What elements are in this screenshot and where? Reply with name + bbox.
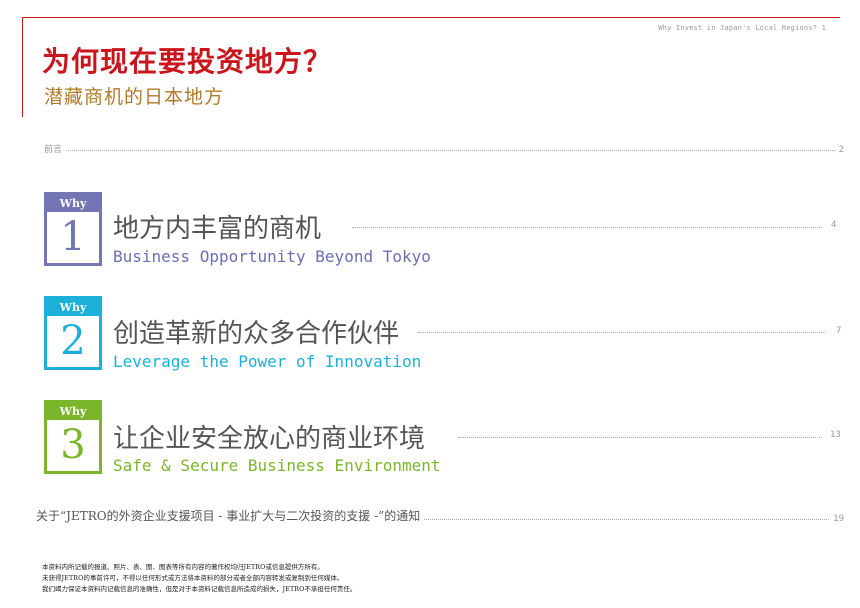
section-3-title-en[interactable]: Safe & Secure Business Environment <box>113 456 441 475</box>
section-1-title-en[interactable]: Business Opportunity Beyond Tokyo <box>113 247 431 266</box>
section-2-title-cn[interactable]: 创造革新的众多合作伙伴 <box>113 313 399 350</box>
section-3-title-cn[interactable]: 让企业安全放心的商业环境 <box>113 418 425 455</box>
why-tab-label: Why <box>47 299 99 316</box>
running-head: Why Invest in Japan's Local Regions? 1 <box>658 24 826 32</box>
toc-intro-page: 2 <box>838 145 844 155</box>
toc-notice[interactable]: 关于“JETRO的外资企业支援项目 - 事业扩大与二次投资的支援 -”的通知 1… <box>36 507 844 524</box>
toc-leader <box>418 331 826 333</box>
footer-line: 本资料内所记载的报道、照片、表、图、图表等所有内容的著作权均归JETRO或信息提… <box>42 563 324 571</box>
left-rule <box>22 17 23 117</box>
page-title: 为何现在要投资地方？ <box>42 45 333 78</box>
page-subtitle: 潜藏商机的日本地方 <box>44 86 225 108</box>
why-badge-3: Why 3 <box>44 400 102 474</box>
toc-notice-label: 关于“JETRO的外资企业支援项目 - 事业扩大与二次投资的支援 -”的通知 <box>36 509 421 523</box>
why-number: 3 <box>60 422 86 468</box>
footer-line: 未获得JETRO的事前许可，不得以任何形式或方法将本资料的部分或者全部内容转发或… <box>42 574 344 582</box>
why-badge-1: Why 1 <box>44 192 102 266</box>
why-number: 1 <box>60 214 86 260</box>
why-tab-label: Why <box>47 403 99 420</box>
section-2-page: 7 <box>836 326 842 336</box>
section-1-title-cn[interactable]: 地方内丰富的商机 <box>113 208 321 245</box>
why-number: 2 <box>60 318 86 364</box>
why-badge-2: Why 2 <box>44 296 102 370</box>
toc-leader <box>424 518 830 520</box>
why-tab-label: Why <box>47 195 99 212</box>
top-rule <box>22 17 840 18</box>
section-3-page: 13 <box>830 430 841 440</box>
toc-leader <box>458 436 822 438</box>
footer-disclaimer: 本资料内所记载的报道、照片、表、图、图表等所有内容的著作权均归JETRO或信息提… <box>42 562 356 595</box>
section-1-page: 4 <box>831 220 837 230</box>
section-2-title-en[interactable]: Leverage the Power of Innovation <box>113 352 421 371</box>
toc-intro[interactable]: 前言 2 <box>44 142 844 155</box>
toc-notice-page: 19 <box>833 514 844 524</box>
footer-line: 我们竭力保证本资料内记载信息的准确性，但是对于本资料记载信息所造成的损失，JET… <box>42 585 357 593</box>
toc-leader <box>352 226 822 228</box>
toc-intro-label: 前言 <box>44 145 63 155</box>
toc-leader <box>66 149 835 151</box>
